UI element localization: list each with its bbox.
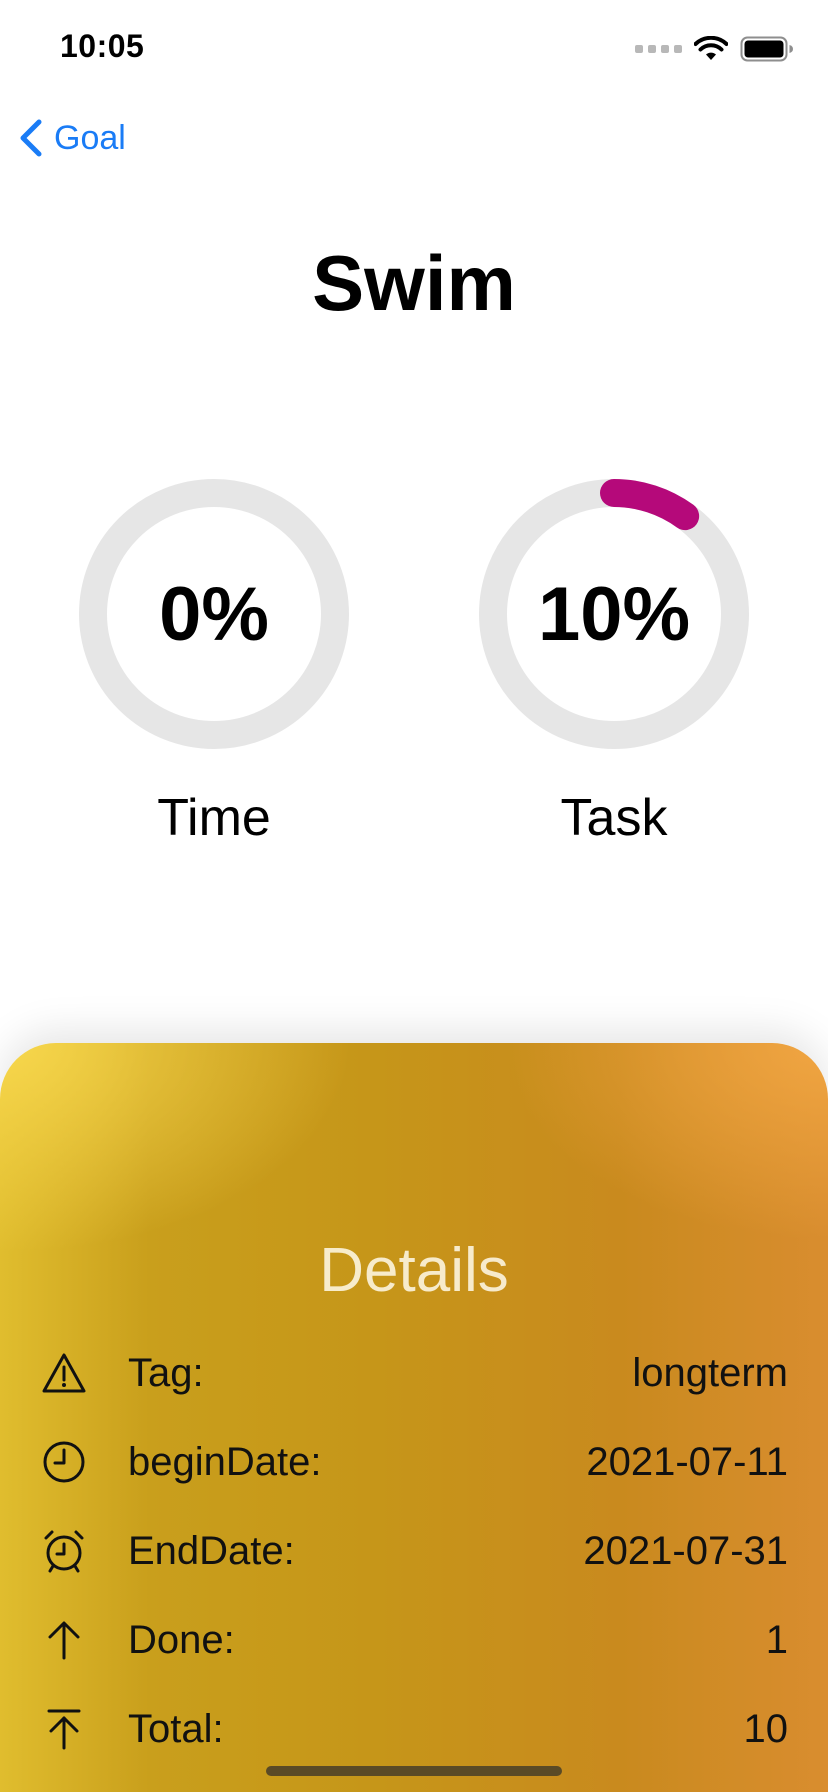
task-progress-ring: 10% [478, 478, 750, 750]
detail-row-begin-date: beginDate: 2021-07-11 [40, 1434, 788, 1490]
detail-value: 2021-07-11 [586, 1439, 788, 1484]
status-icons [635, 36, 794, 62]
back-button-label: Goal [54, 118, 126, 157]
detail-label: EndDate: [128, 1528, 295, 1573]
detail-row-total: Total: 10 [40, 1701, 788, 1757]
alarm-clock-icon [40, 1527, 88, 1575]
back-button[interactable]: Goal [18, 118, 126, 158]
page-title: Swim [312, 239, 516, 327]
detail-value: 2021-07-31 [583, 1528, 788, 1573]
battery-icon [740, 36, 793, 62]
task-progress: 10% Task [478, 478, 750, 848]
detail-row-end-date: EndDate: 2021-07-31 [40, 1523, 788, 1579]
time-progress: 0% Time [78, 478, 350, 848]
details-title: Details [319, 1236, 509, 1305]
task-progress-value: 10% [537, 571, 691, 657]
detail-label: Total: [128, 1706, 224, 1751]
detail-label: beginDate: [128, 1439, 322, 1484]
clock-icon [40, 1438, 88, 1486]
time-progress-label: Time [157, 789, 271, 847]
cellular-signal-icon [635, 45, 682, 53]
home-indicator[interactable] [266, 1766, 562, 1776]
warning-triangle-icon [40, 1349, 88, 1397]
detail-row-tag: Tag: longterm [40, 1345, 788, 1401]
detail-value: 1 [765, 1617, 788, 1662]
detail-row-done: Done: 1 [40, 1612, 788, 1668]
time-progress-ring: 0% [78, 478, 350, 750]
status-bar: 10:05 [0, 0, 828, 100]
detail-value: longterm [632, 1350, 788, 1395]
wifi-icon [694, 36, 728, 60]
task-progress-label: Task [560, 789, 668, 847]
detail-label: Tag: [128, 1350, 204, 1395]
detail-label: Done: [128, 1617, 235, 1662]
arrow-up-icon [40, 1616, 88, 1664]
detail-value: 10 [743, 1706, 789, 1751]
chevron-left-icon [20, 119, 42, 157]
arrow-up-to-line-icon [40, 1705, 88, 1753]
status-time: 10:05 [60, 28, 145, 64]
time-progress-value: 0% [159, 571, 269, 657]
goal-detail-screen: 10:05 Goal Swim 0% Time 10% Task Details… [0, 0, 828, 1792]
details-card: Details Tag: longterm beginDate: 2021-07 [0, 1043, 828, 1792]
